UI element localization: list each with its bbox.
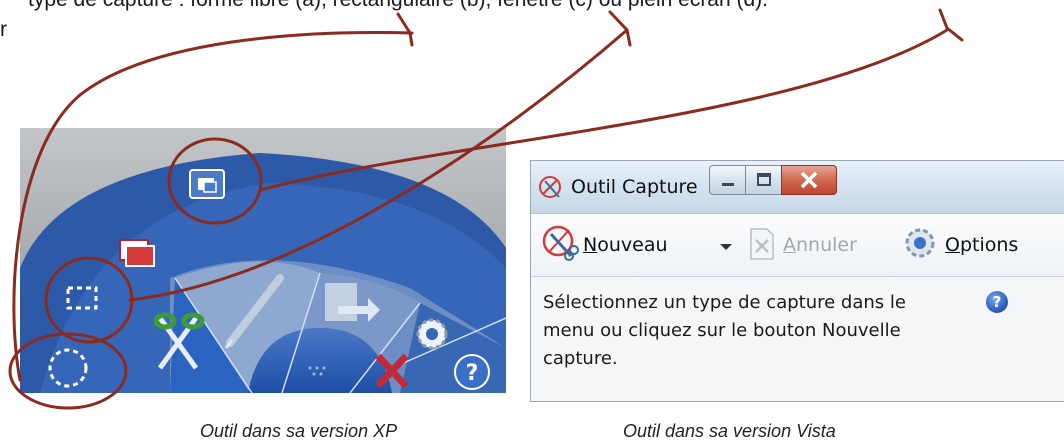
chevron-down-icon[interactable] [719,242,733,252]
svg-text:?: ? [466,361,479,386]
cancel-label-text: nnuler [796,234,857,256]
new-capture-button[interactable]: Nouveau [541,214,751,276]
settings-gear-icon[interactable] [416,318,448,350]
app-scissors-icon [537,175,565,201]
cancel-label: Annuler [783,234,857,256]
new-capture-icon [542,225,579,261]
window-title: Outil Capture [571,176,698,198]
top-description-line: type de capture : forme libre (a), recta… [28,0,768,12]
vista-snipping-tool-window: Outil Capture Nouveau Annuler Options Sé… [530,160,1064,402]
top-description-fragment: r [0,18,7,41]
close-icon [800,171,818,189]
xp-radial-menu: ? [20,128,506,393]
maximize-button[interactable] [745,165,783,195]
toolbar: Nouveau Annuler Options [531,214,1064,277]
options-label: Options [945,234,1018,256]
instruction-message: Sélectionnez un type de capture dans le … [543,292,906,369]
cancel-button[interactable]: Annuler [749,214,899,276]
title-bar[interactable]: Outil Capture [531,161,1064,214]
gear-icon [905,228,935,258]
new-capture-label: Nouveau [583,234,668,256]
cancel-icon [750,228,774,260]
close-button[interactable] [781,165,837,195]
options-button[interactable]: Options [903,214,1053,276]
message-area: Sélectionnez un type de capture dans le … [531,277,1064,401]
options-label-text: ptions [959,234,1019,256]
help-icon[interactable]: ? [986,291,1008,313]
minimize-button[interactable] [709,165,747,195]
cancel-label-mnemonic: A [783,234,796,256]
minimize-icon [722,183,734,186]
fullscreen-capture-icon[interactable] [189,169,225,199]
window-capture-icon[interactable] [119,239,155,267]
top-description: type de capture : forme libre (a), recta… [0,0,1064,50]
new-capture-label-text: ouveau [597,234,668,256]
caption-vista: Outil dans sa version Vista [623,421,836,441]
xp-snipping-tool: ? [20,128,506,393]
new-capture-label-mnemonic: N [583,234,598,256]
help-icon[interactable]: ? [454,354,490,390]
maximize-icon [757,173,771,186]
caption-xp: Outil dans sa version XP [200,421,398,441]
options-label-mnemonic: O [945,234,960,256]
